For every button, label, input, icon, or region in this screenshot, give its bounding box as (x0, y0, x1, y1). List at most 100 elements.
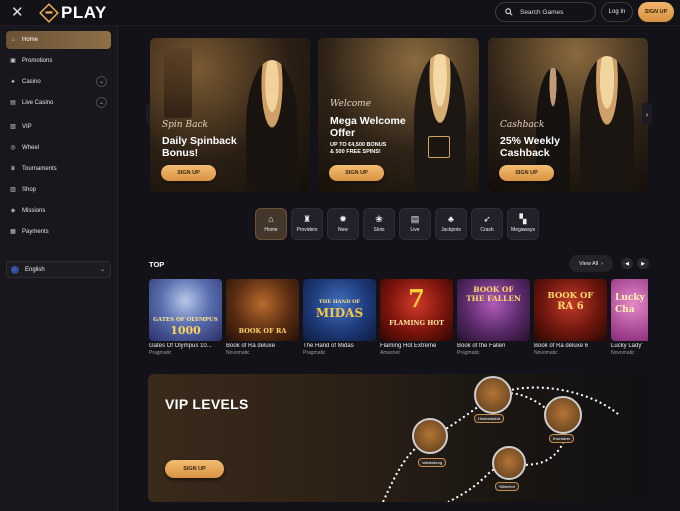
tab-live[interactable]: ▤ Live (399, 208, 431, 240)
banner-spinback[interactable]: Spin Back Daily Spinback Bonus! SIGN UP (150, 38, 310, 192)
tab-jackpots[interactable]: ♣ Jackpots (435, 208, 467, 240)
tab-slots[interactable]: ❀ Slots (363, 208, 395, 240)
game-provider: Pragmatic (457, 350, 480, 356)
game-card[interactable]: GATES OF OLYMPUS 1000 Gates Of Olympus 1… (149, 279, 222, 356)
vip-level-kronstein[interactable] (544, 396, 582, 434)
logo-text: PLAY (61, 3, 107, 22)
game-provider: Novomatic (534, 350, 558, 356)
section-title: TOP (149, 260, 165, 269)
banner-script: Welcome (330, 99, 372, 109)
game-card[interactable]: BOOK OF RA 6 Book of Ra deluxe 6 Novomat… (534, 279, 607, 356)
tab-label: Live (410, 227, 420, 233)
sidebar-item-missions[interactable]: ◈ Missions (6, 202, 111, 220)
gift-icon: ▣ (10, 58, 16, 64)
game-art-title: BOOK OF (547, 291, 594, 301)
game-provider: Pragmatic (149, 350, 172, 356)
vip-level-himmelsfeld[interactable] (474, 376, 512, 414)
sidebar-item-shop[interactable]: ▥ Shop (6, 181, 111, 199)
crown-icon: ♛ (10, 166, 16, 172)
game-thumbnail: BOOK OF RA (226, 279, 299, 341)
tab-providers[interactable]: ♜ Providers (291, 208, 323, 240)
sidebar-item-payments[interactable]: ▦ Payments (6, 223, 111, 241)
game-title: Gates Of Olympus 10... (149, 343, 212, 349)
game-provider: Amusnet (380, 350, 400, 356)
close-icon[interactable]: ✕ (11, 5, 24, 20)
banner-welcome[interactable]: Welcome Mega Welcome Offer UP TO €4,500 … (318, 38, 479, 192)
new-icon: ✹ (339, 214, 347, 224)
game-art-title: GATES OF OLYMPUS (153, 317, 218, 323)
search-icon (505, 8, 513, 16)
logo[interactable]: PLAY (39, 3, 107, 23)
jackpots-icon: ♣ (448, 214, 454, 224)
view-all-button[interactable]: View All › (569, 255, 613, 272)
game-art-title: 1000 (170, 324, 201, 337)
game-title: Flaming Hot Extreme (380, 343, 437, 349)
sidebar-item-casino[interactable]: ♠ Casino ⌄ (6, 73, 111, 91)
sidebar-item-wheel[interactable]: ◎ Wheel (6, 139, 111, 157)
tab-label: Crash (480, 227, 494, 233)
search-placeholder: Search Games (520, 8, 564, 16)
language-select[interactable]: English ⌄ (6, 261, 111, 278)
providers-icon: ♜ (302, 214, 312, 224)
banner-title: Daily Spinback (162, 135, 237, 147)
chevron-left-icon: ◀ (625, 260, 629, 267)
tab-home[interactable]: ⌂ Home (255, 208, 287, 240)
game-card[interactable]: BOOK OF RA Book of Ra deluxe Novomatic (226, 279, 299, 356)
tab-megaways[interactable]: ▚ Megaways (507, 208, 539, 240)
language-label: English (25, 266, 45, 273)
main-content: ‹ Spin Back Daily Spinback Bonus! SIGN U… (118, 26, 680, 511)
scroll-left-button[interactable]: ◀ (621, 258, 633, 269)
game-card[interactable]: 7 FLAMING HOT Flaming Hot Extreme Amusne… (380, 279, 453, 356)
payments-icon: ▦ (10, 229, 16, 235)
vip-level-valdenburg[interactable] (412, 418, 448, 454)
home-icon: ⌂ (11, 37, 15, 43)
game-thumbnail: GATES OF OLYMPUS 1000 (149, 279, 222, 341)
sidebar-item-home[interactable]: ⌂ Home (6, 31, 111, 49)
hostess-image (580, 56, 634, 192)
banner-subtitle: & 500 FREE SPINS! (330, 149, 381, 155)
game-art-title: 7 (408, 284, 425, 313)
game-art-title: BOOK OF RA (238, 327, 287, 335)
banner-signup-button[interactable]: SIGN UP (499, 165, 554, 181)
scroll-right-button[interactable]: ▶ (637, 258, 649, 269)
live-icon: ▤ (410, 214, 420, 224)
tab-label: Home (264, 227, 278, 233)
game-art-title: MIDAS (315, 306, 364, 320)
banner-signup-button[interactable]: SIGN UP (161, 165, 216, 181)
tab-crash[interactable]: ➶ Crash (471, 208, 503, 240)
tab-new[interactable]: ✹ New (327, 208, 359, 240)
sidebar-item-label: Casino (22, 79, 41, 85)
logo-mark-icon (39, 3, 59, 23)
game-thumbnail: 7 FLAMING HOT (380, 279, 453, 341)
rocket-icon: ➶ (483, 214, 491, 224)
sidebar: ⌂ Home ▣ Promotions ♠ Casino ⌄ ▤ Live Ca… (0, 26, 118, 511)
live-icon: ▤ (10, 100, 16, 106)
signup-button[interactable]: SIGN UP (638, 2, 674, 22)
game-card[interactable]: THE HAND OF MIDAS The Hand of Midas Prag… (303, 279, 376, 356)
game-thumbnail: BOOK OF RA 6 (534, 279, 607, 341)
tab-label: New (337, 227, 348, 233)
game-card[interactable]: Lucky Cha Lucky Lady' Novomatic (611, 279, 648, 356)
game-provider: Novomatic (226, 350, 250, 356)
sidebar-item-promotions[interactable]: ▣ Promotions (6, 52, 111, 70)
search-input[interactable]: Search Games (495, 2, 596, 22)
sidebar-item-live-casino[interactable]: ▤ Live Casino ⌄ (6, 94, 111, 112)
chevron-down-icon[interactable]: ⌄ (96, 76, 107, 87)
sidebar-item-tournaments[interactable]: ♛ Tournaments (6, 160, 111, 178)
login-button[interactable]: Log In (601, 2, 633, 22)
chevron-right-icon: ▶ (641, 260, 645, 267)
chevron-down-icon[interactable]: ⌄ (96, 97, 107, 108)
vip-level-silberhof[interactable] (492, 446, 526, 480)
game-provider: Novomatic (611, 350, 635, 356)
game-card[interactable]: BOOK OF THE FALLEN Book of the Fallen Pr… (457, 279, 530, 356)
banner-signup-button[interactable]: SIGN UP (329, 165, 384, 181)
game-art-title: BOOK OF (473, 285, 514, 294)
banner-cashback[interactable]: Cashback 25% Weekly Cashback SIGN UP (488, 38, 648, 192)
shop-icon: ▥ (10, 187, 16, 193)
banner-next-button[interactable]: › (642, 103, 652, 125)
banner-script: Cashback (500, 120, 545, 130)
game-art-title: THE HAND OF (318, 299, 361, 305)
banner-title: Bonus! (162, 147, 199, 159)
sidebar-item-vip[interactable]: ▨ VIP (6, 118, 111, 136)
sidebar-item-label: Promotions (22, 58, 53, 64)
